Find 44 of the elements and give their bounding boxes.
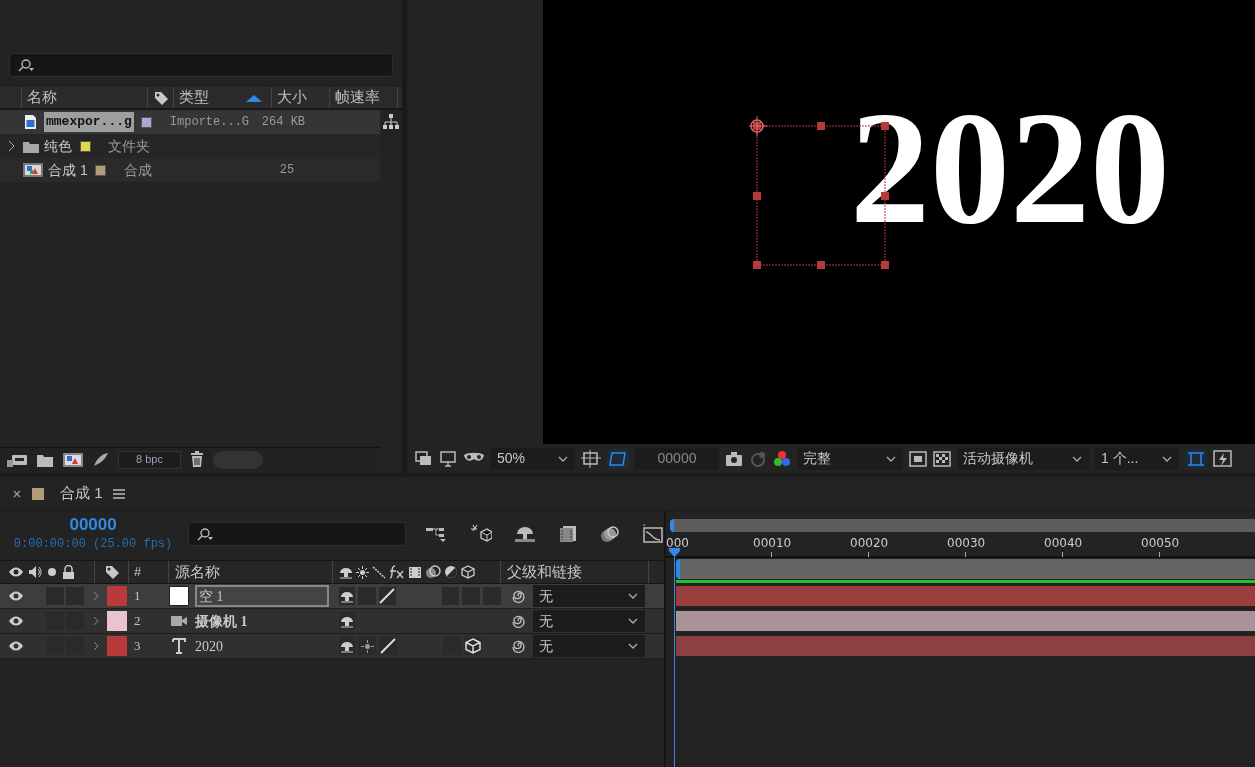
parent-dropdown[interactable]: 无 bbox=[533, 610, 645, 632]
layer-number: 2 bbox=[133, 612, 142, 631]
item-name: 纯色 bbox=[44, 136, 72, 156]
ruler-label: 00030 bbox=[947, 535, 986, 552]
layer-name[interactable]: 空 1 bbox=[195, 585, 329, 607]
layer-row[interactable]: 3 2020 无 bbox=[0, 634, 664, 659]
ruler-label: 000 bbox=[666, 535, 689, 552]
layer-name[interactable]: 2020 bbox=[195, 635, 223, 657]
ruler-label: 00040 bbox=[1044, 535, 1083, 552]
column-header: # bbox=[129, 561, 169, 583]
parent-dropdown[interactable]: 无 bbox=[533, 635, 645, 657]
item-name: mmexpor...g bbox=[44, 112, 134, 132]
item-name: 合成 1 bbox=[48, 160, 88, 180]
item-type: 文件夹 bbox=[107, 136, 151, 156]
project-item[interactable]: 合成 1 合成 25 bbox=[0, 158, 380, 182]
layer-number: 3 bbox=[133, 637, 142, 656]
layer-name[interactable]: 摄像机 1 bbox=[195, 610, 248, 632]
ruler-label: 00020 bbox=[850, 535, 889, 552]
column-header[interactable]: 大小 bbox=[277, 86, 307, 109]
ruler-label: 00010 bbox=[753, 535, 792, 552]
time-detail: 0:00:00:00 (25.00 fps) bbox=[13, 536, 173, 553]
layer-number: 1 bbox=[133, 587, 142, 606]
view-layout-dropdown[interactable]: 1 个... bbox=[1095, 447, 1179, 470]
item-size: 264 KB bbox=[261, 115, 306, 129]
composition-tab[interactable]: 合成 1 bbox=[60, 482, 103, 505]
canvas-text: 2020 bbox=[850, 88, 1170, 248]
resolution-dropdown[interactable]: 完整 bbox=[797, 447, 903, 470]
column-header[interactable]: 名称 bbox=[27, 86, 57, 109]
item-type: Importe...G bbox=[168, 114, 251, 131]
zoom-dropdown[interactable]: 50% bbox=[491, 447, 575, 470]
ruler-label: 00050 bbox=[1141, 535, 1180, 552]
bit-depth-button[interactable]: 8 bpc bbox=[118, 450, 181, 469]
parent-dropdown[interactable]: 无 bbox=[533, 585, 645, 607]
item-frame-rate: 25 bbox=[279, 163, 295, 177]
current-time[interactable]: 00000 bbox=[69, 515, 117, 535]
column-header[interactable]: 类型 bbox=[179, 86, 209, 109]
column-header[interactable]: 源名称 bbox=[169, 561, 333, 583]
item-type: 合成 bbox=[122, 160, 153, 180]
column-header[interactable]: 帧速率 bbox=[335, 86, 380, 109]
column-header[interactable]: 父级和链接 bbox=[501, 561, 649, 583]
layer-row[interactable]: 1 空 1 无 bbox=[0, 584, 664, 609]
timecode-field[interactable]: 00000 bbox=[635, 447, 719, 470]
view-dropdown[interactable]: 活动摄像机 bbox=[957, 447, 1089, 470]
layer-row[interactable]: 2 摄像机 1 无 bbox=[0, 609, 664, 634]
